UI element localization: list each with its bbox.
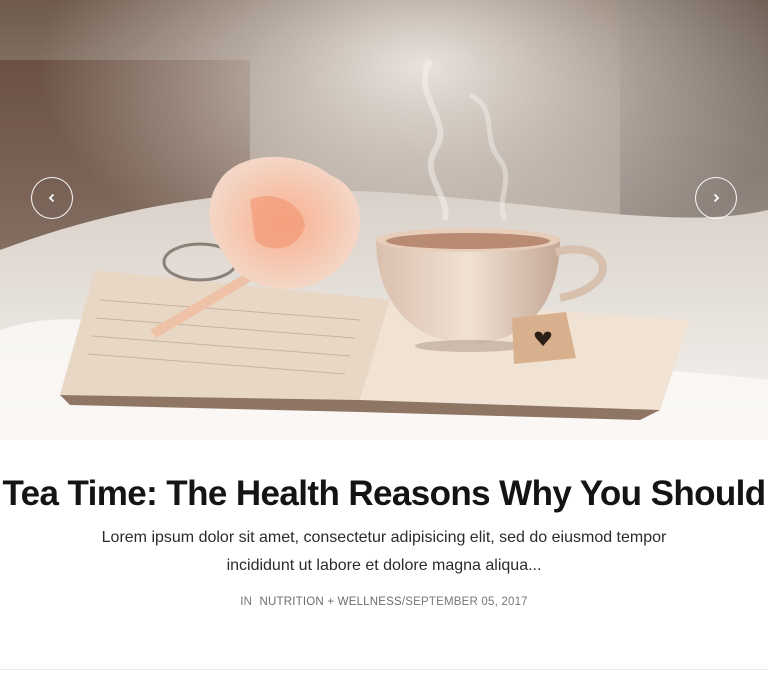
divider	[0, 669, 768, 670]
slider-next-button[interactable]	[695, 177, 737, 219]
post-excerpt: Lorem ipsum dolor sit amet, consectetur …	[101, 529, 667, 574]
category-link[interactable]: NUTRITION + WELLNESS	[260, 596, 402, 608]
featured-image[interactable]	[0, 0, 768, 440]
slider-prev-button[interactable]	[31, 177, 73, 219]
featured-slider	[0, 0, 768, 440]
post-summary: Tea Time: The Health Reasons Why You Sho…	[0, 440, 768, 608]
meta-in-label: IN	[240, 596, 253, 608]
post-meta: IN NUTRITION + WELLNESS/SEPTEMBER 05, 20…	[0, 596, 768, 608]
post-title[interactable]: Tea Time: The Health Reasons Why You Sho…	[0, 440, 768, 516]
post-date: SEPTEMBER 05, 2017	[405, 596, 528, 608]
chevron-right-icon	[713, 193, 720, 203]
chevron-left-icon	[48, 193, 55, 203]
